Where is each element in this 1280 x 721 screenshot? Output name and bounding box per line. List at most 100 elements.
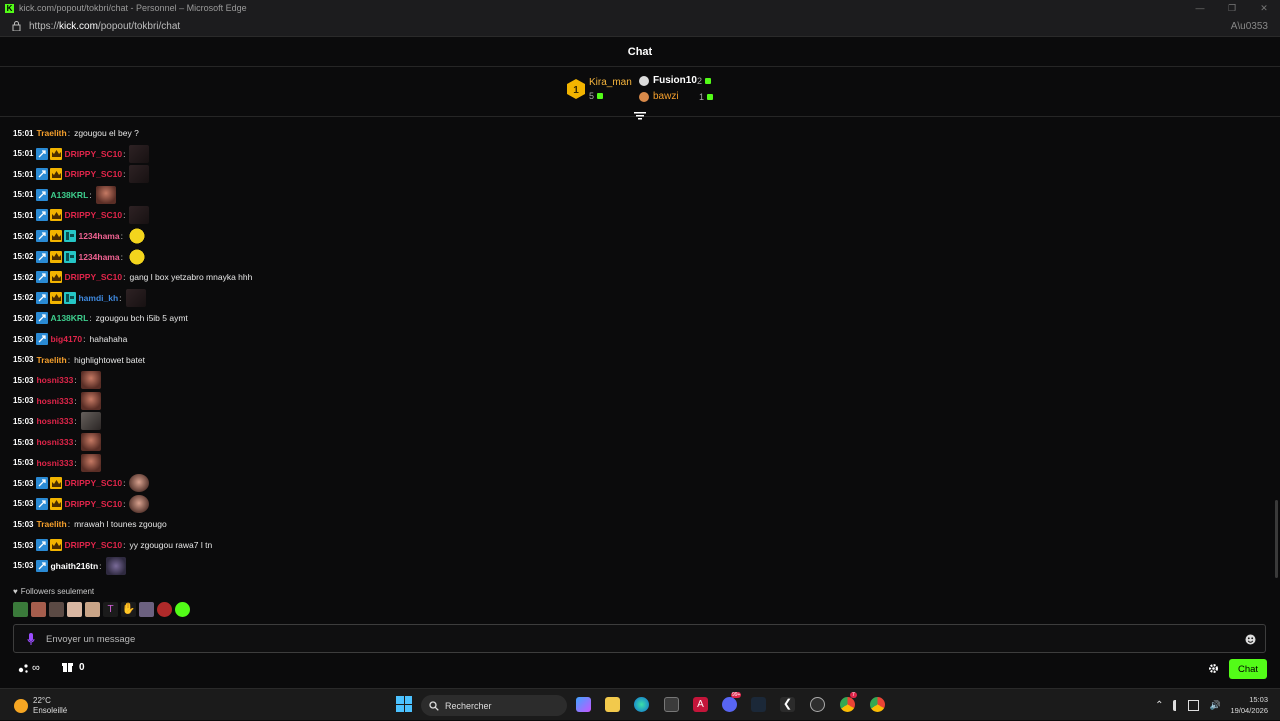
- copilot-icon[interactable]: [576, 697, 591, 712]
- chat-emote-icon[interactable]: [80, 412, 101, 431]
- message-username[interactable]: DRIPPY_SC10: [64, 272, 122, 282]
- chat-emote-icon[interactable]: [129, 474, 150, 493]
- subscriber-badge-icon[interactable]: [50, 291, 63, 304]
- leader-1-name[interactable]: Kira_man: [589, 77, 632, 88]
- obs-icon[interactable]: [810, 697, 825, 712]
- message-username[interactable]: hosni333: [36, 437, 73, 447]
- message-username[interactable]: A138KRL: [50, 190, 88, 200]
- subscriber-badge-icon[interactable]: [50, 147, 63, 160]
- message-username[interactable]: hosni333: [36, 416, 73, 426]
- leader-2-row[interactable]: Fusion10: [639, 75, 697, 86]
- microphone-icon[interactable]: [27, 633, 35, 645]
- address-bar[interactable]: https://kick.com/popout/tokbri/chat A\u0…: [0, 16, 1280, 37]
- taskbar-search[interactable]: Rechercher: [421, 695, 567, 716]
- chat-emote-icon[interactable]: [105, 556, 126, 575]
- vip-badge-icon[interactable]: [64, 250, 77, 263]
- chat-emote-icon[interactable]: [80, 391, 101, 410]
- moderator-badge-icon[interactable]: [36, 209, 49, 222]
- emote-t-icon[interactable]: T: [103, 602, 118, 617]
- app-icon[interactable]: ❮: [780, 697, 795, 712]
- message-username[interactable]: DRIPPY_SC10: [64, 210, 122, 220]
- leader-3-row[interactable]: bawzi: [639, 91, 679, 102]
- chat-emote-icon[interactable]: [126, 227, 147, 245]
- subscriber-badge-icon[interactable]: [50, 271, 63, 284]
- message-username[interactable]: hamdi_kh: [78, 293, 118, 303]
- moderator-badge-icon[interactable]: [36, 147, 49, 160]
- moderator-badge-icon[interactable]: [36, 188, 49, 201]
- message-username[interactable]: Traelith: [36, 355, 66, 365]
- emote-face-icon[interactable]: [85, 602, 100, 617]
- moderator-badge-icon[interactable]: [36, 539, 49, 551]
- network-icon[interactable]: [1188, 699, 1200, 711]
- message-username[interactable]: DRIPPY_SC10: [64, 499, 122, 509]
- emote-face-icon[interactable]: [31, 602, 46, 617]
- message-username[interactable]: DRIPPY_SC10: [64, 149, 122, 159]
- message-username[interactable]: hosni333: [36, 375, 73, 385]
- chat-emote-icon[interactable]: [129, 144, 150, 163]
- gear-icon[interactable]: [1208, 663, 1219, 674]
- message-username[interactable]: Traelith: [36, 128, 66, 138]
- emote-red-icon[interactable]: [157, 602, 172, 617]
- chat-emote-icon[interactable]: [129, 206, 150, 225]
- chat-emote-icon[interactable]: [129, 494, 150, 513]
- moderator-badge-icon[interactable]: [36, 559, 49, 572]
- steam-icon[interactable]: [751, 697, 766, 712]
- moderator-badge-icon[interactable]: [36, 497, 49, 510]
- message-username[interactable]: hosni333: [36, 396, 73, 406]
- moderator-badge-icon[interactable]: [36, 271, 49, 284]
- message-username[interactable]: hosni333: [36, 458, 73, 468]
- emote-green-icon[interactable]: [175, 602, 190, 617]
- url-text[interactable]: https://kick.com/popout/tokbri/chat: [29, 21, 180, 32]
- subscriber-badge-icon[interactable]: [50, 477, 63, 490]
- subscriber-badge-icon[interactable]: [50, 539, 63, 551]
- chat-emote-icon[interactable]: [95, 185, 116, 204]
- lock-icon[interactable]: [12, 21, 21, 31]
- message-username[interactable]: big4170: [50, 334, 82, 344]
- close-window-button[interactable]: ✕: [1248, 0, 1280, 16]
- moderator-badge-icon[interactable]: [36, 333, 49, 345]
- restore-button[interactable]: ❐: [1216, 0, 1248, 16]
- store-icon[interactable]: [664, 697, 679, 712]
- send-chat-button[interactable]: Chat: [1229, 659, 1267, 679]
- moderator-badge-icon[interactable]: [36, 291, 49, 304]
- message-username[interactable]: DRIPPY_SC10: [64, 540, 122, 550]
- emote-hand-icon[interactable]: ✋: [121, 602, 136, 617]
- message-input[interactable]: [46, 631, 1226, 647]
- moderator-badge-icon[interactable]: [36, 312, 49, 325]
- vip-badge-icon[interactable]: [64, 230, 77, 242]
- edge-icon[interactable]: [634, 697, 649, 712]
- subscriber-badge-icon[interactable]: [50, 497, 63, 510]
- subscriber-badge-icon[interactable]: [50, 168, 63, 181]
- chevron-up-icon[interactable]: ⌃: [1155, 700, 1163, 711]
- weather-widget[interactable]: 22°C Ensoleillé: [14, 696, 67, 716]
- moderator-badge-icon[interactable]: [36, 168, 49, 181]
- channel-points[interactable]: ∞: [18, 662, 40, 674]
- emote-face-icon[interactable]: [67, 602, 82, 617]
- chat-emote-icon[interactable]: [80, 453, 101, 472]
- message-username[interactable]: 1234hama: [78, 252, 119, 262]
- file-explorer-icon[interactable]: [605, 697, 620, 712]
- start-button[interactable]: [396, 696, 412, 712]
- message-input-box[interactable]: [13, 624, 1266, 653]
- message-username[interactable]: A138KRL: [50, 313, 88, 323]
- read-aloud-icon[interactable]: A\u0353: [1231, 21, 1268, 32]
- chat-emote-icon[interactable]: [126, 247, 147, 266]
- microphone-tray-icon[interactable]: [1173, 699, 1178, 711]
- collapse-icon[interactable]: [634, 112, 646, 120]
- moderator-badge-icon[interactable]: [36, 250, 49, 263]
- emote-creature-icon[interactable]: [139, 602, 154, 617]
- emote-face-icon[interactable]: [49, 602, 64, 617]
- minimize-button[interactable]: —: [1184, 0, 1216, 16]
- kicks-balance[interactable]: 0: [62, 662, 85, 673]
- moderator-badge-icon[interactable]: [36, 230, 49, 242]
- subscriber-badge-icon[interactable]: [50, 230, 63, 242]
- volume-icon[interactable]: 🔊: [1209, 700, 1220, 711]
- message-username[interactable]: DRIPPY_SC10: [64, 478, 122, 488]
- discord-icon[interactable]: [722, 697, 737, 712]
- message-username[interactable]: 1234hama: [78, 231, 119, 241]
- chat-emote-icon[interactable]: [80, 371, 101, 390]
- chrome-profile-icon[interactable]: [870, 697, 885, 712]
- chat-emote-icon[interactable]: [80, 433, 101, 451]
- subscriber-badge-icon[interactable]: [50, 250, 63, 263]
- chrome-icon[interactable]: [840, 697, 855, 712]
